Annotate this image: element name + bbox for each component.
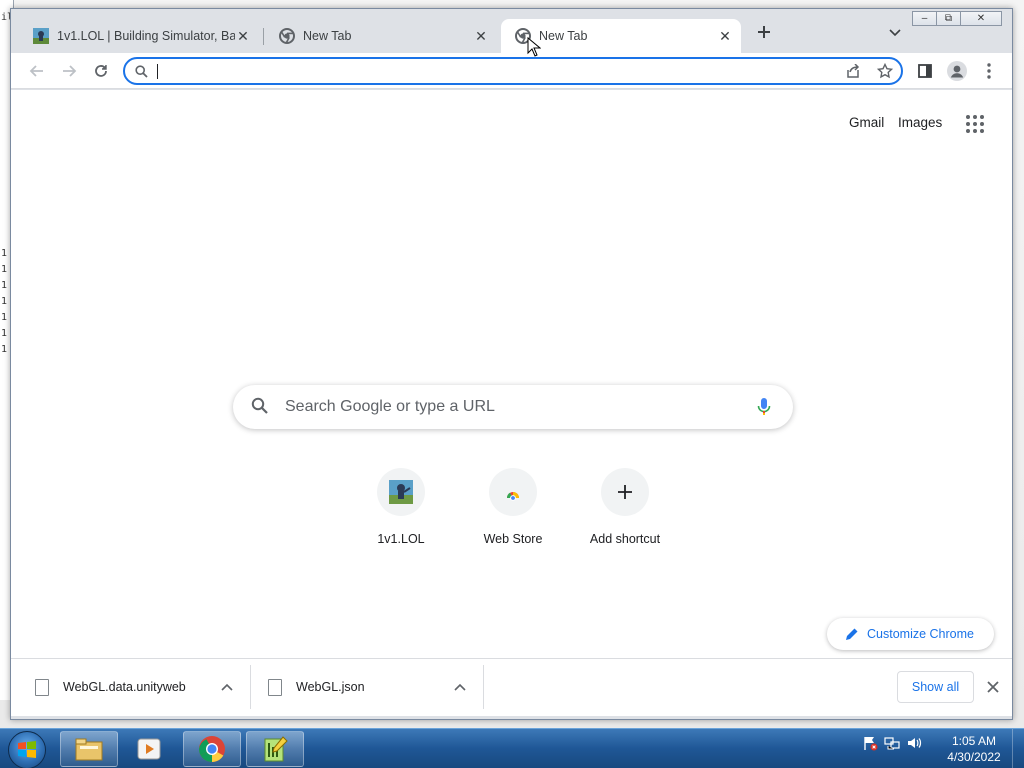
- network-icon[interactable]: [884, 735, 900, 751]
- download-filename: WebGL.data.unityweb: [63, 680, 186, 694]
- search-icon: [251, 397, 268, 414]
- shortcut-label: Web Store: [483, 532, 543, 546]
- shortcut-1v1-lol[interactable]: 1v1.LOL: [345, 464, 457, 554]
- clock[interactable]: 1:05 AM 4/30/2022: [936, 733, 1012, 765]
- tab-strip: 1v1.LOL | Building Simulator, Batt ✕ New…: [11, 19, 1012, 53]
- address-bar[interactable]: [123, 57, 903, 85]
- gmail-link[interactable]: Gmail: [849, 115, 884, 130]
- close-download-bar-icon[interactable]: [983, 677, 1003, 697]
- chrome-icon: [198, 736, 225, 763]
- google-search-box[interactable]: [233, 385, 793, 429]
- tab-close-icon[interactable]: ✕: [473, 28, 489, 44]
- shortcut-tile: [601, 468, 649, 516]
- address-input[interactable]: [155, 62, 815, 82]
- taskbar-notepad-plus-plus[interactable]: [246, 731, 304, 767]
- chrome-window: – ⧉ ✕ 1v1.LOL | Building Simulator, Batt…: [10, 8, 1013, 720]
- new-tab-page: Gmail Images Search Google or type a URL…: [11, 90, 1012, 658]
- download-separator: [250, 665, 251, 709]
- search-icon: [135, 65, 148, 78]
- profile-button[interactable]: [945, 59, 969, 83]
- taskbar-chrome[interactable]: [183, 731, 241, 767]
- notepad-plus-plus-icon: [264, 736, 288, 762]
- google-apps-button[interactable]: [965, 114, 985, 134]
- taskbar-media-player[interactable]: [120, 731, 178, 767]
- download-filename: WebGL.json: [296, 680, 365, 694]
- show-all-downloads-button[interactable]: Show all: [897, 671, 974, 703]
- menu-button[interactable]: [977, 59, 1001, 83]
- tab-1v1lol[interactable]: 1v1.LOL | Building Simulator, Batt ✕: [19, 19, 259, 53]
- clock-date: 4/30/2022: [947, 750, 1001, 764]
- browser-toolbar: [11, 53, 1012, 89]
- shortcut-tile: [377, 468, 425, 516]
- shortcut-tile: [489, 468, 537, 516]
- add-shortcut-button[interactable]: Add shortcut: [569, 464, 681, 554]
- download-item[interactable]: WebGL.data.unityweb: [35, 665, 245, 709]
- tab-close-icon[interactable]: ✕: [717, 28, 733, 44]
- search-input[interactable]: [285, 396, 725, 418]
- chevron-down-icon: [889, 29, 901, 37]
- clock-time: 1:05 AM: [951, 734, 997, 748]
- file-icon: [268, 678, 282, 696]
- system-tray: [862, 735, 922, 751]
- 1v1-lol-icon: [389, 480, 413, 504]
- media-player-icon: [137, 738, 161, 760]
- customize-chrome-button[interactable]: Customize Chrome: [827, 618, 994, 650]
- new-tab-button[interactable]: [751, 19, 777, 45]
- reload-button[interactable]: [89, 59, 113, 83]
- chevron-up-icon[interactable]: [452, 679, 468, 695]
- images-link[interactable]: Images: [898, 115, 942, 130]
- share-icon: [847, 64, 860, 78]
- tab-new-tab[interactable]: New Tab ✕: [265, 19, 497, 53]
- apps-grid-icon: [966, 115, 984, 133]
- back-button[interactable]: [25, 59, 49, 83]
- side-panel-icon: [918, 64, 932, 78]
- tab-close-icon[interactable]: ✕: [235, 28, 251, 44]
- side-panel-button[interactable]: [913, 59, 937, 83]
- tab-title: 1v1.LOL | Building Simulator, Batt: [57, 29, 235, 43]
- download-item[interactable]: WebGL.json: [268, 665, 478, 709]
- tab-search-button[interactable]: [885, 23, 905, 43]
- action-center-flag-icon[interactable]: [862, 735, 878, 751]
- pencil-icon: [846, 628, 858, 640]
- shortcut-label: Add shortcut: [589, 532, 661, 546]
- more-vert-icon: [987, 63, 991, 79]
- file-icon: [35, 678, 49, 696]
- windows-logo-icon: [18, 741, 36, 758]
- plus-icon: [618, 485, 632, 499]
- tab-title: New Tab: [539, 29, 588, 43]
- volume-icon[interactable]: [906, 735, 922, 751]
- shortcut-web-store[interactable]: Web Store: [457, 464, 569, 554]
- microphone-icon: [757, 398, 771, 415]
- download-bar: WebGL.data.unityweb WebGL.json Show all: [11, 658, 1012, 716]
- plus-icon: [758, 26, 770, 38]
- tab-title: New Tab: [303, 29, 352, 43]
- taskbar-explorer[interactable]: [60, 731, 118, 767]
- forward-button[interactable]: [57, 59, 81, 83]
- mouse-cursor-icon: [527, 37, 541, 57]
- show-desktop-button[interactable]: [1012, 729, 1024, 768]
- chevron-up-icon[interactable]: [219, 679, 235, 695]
- avatar-icon: [947, 61, 967, 81]
- arrow-right-icon: [63, 65, 77, 77]
- taskbar: 1:05 AM 4/30/2022: [0, 728, 1024, 768]
- chrome-favicon-icon: [279, 28, 295, 44]
- chrome-web-store-icon: [503, 489, 523, 501]
- tab-separator: [263, 28, 264, 45]
- shortcut-label: 1v1.LOL: [377, 532, 425, 546]
- 1v1-lol-favicon-icon: [33, 28, 49, 44]
- download-separator: [483, 665, 484, 709]
- start-button[interactable]: [8, 731, 46, 768]
- customize-label: Customize Chrome: [867, 627, 974, 641]
- reload-icon: [95, 65, 107, 77]
- windows-explorer-icon: [75, 738, 103, 761]
- arrow-left-icon: [29, 65, 43, 77]
- bookmark-star-icon: [877, 63, 893, 79]
